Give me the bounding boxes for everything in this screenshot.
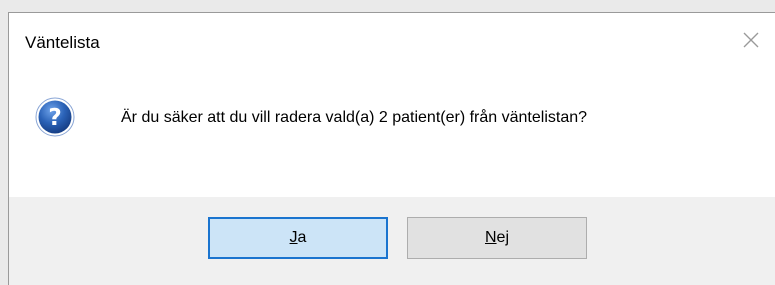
dialog-title: Väntelista (25, 33, 100, 52)
svg-text:?: ? (48, 105, 61, 131)
message-dialog: Väntelista ? Är du säker att du vill rad… (8, 12, 775, 285)
yes-button[interactable]: Ja (208, 217, 388, 259)
yes-button-accelerator: J (289, 229, 298, 246)
question-icon: ? (35, 97, 75, 137)
button-bar: Ja Nej (9, 197, 775, 285)
no-button-label: ej (496, 229, 509, 246)
dialog-content: ? Är du säker att du vill radera vald(a)… (9, 67, 775, 197)
yes-button-label: a (297, 229, 307, 246)
title-bar[interactable]: Väntelista (9, 13, 775, 67)
close-button[interactable] (735, 25, 767, 55)
no-button-accelerator: N (484, 229, 497, 246)
dialog-message: Är du säker att du vill radera vald(a) 2… (121, 109, 588, 126)
close-icon (743, 32, 759, 48)
no-button[interactable]: Nej (407, 217, 587, 259)
